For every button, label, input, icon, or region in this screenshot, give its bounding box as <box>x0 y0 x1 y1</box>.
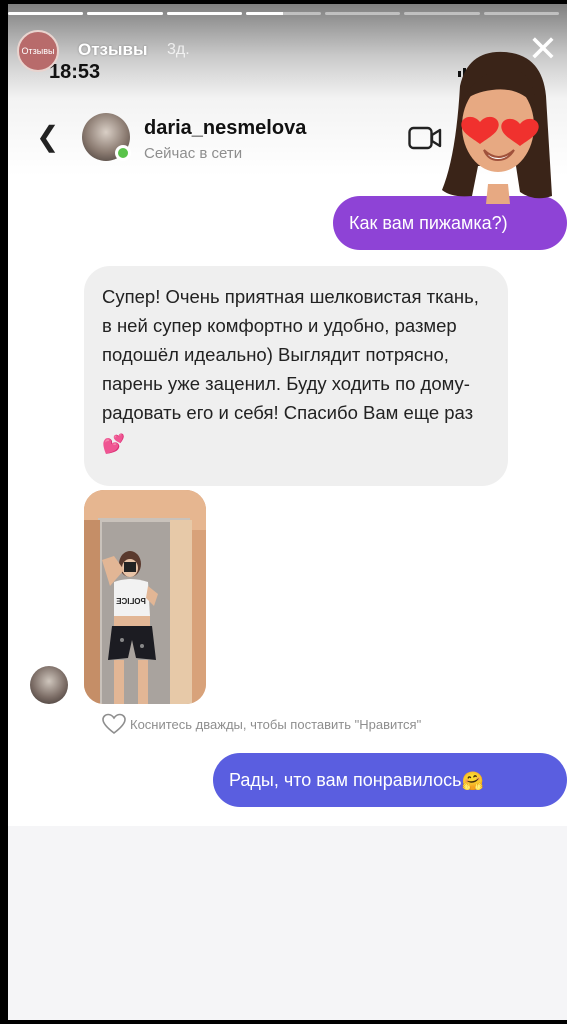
outgoing-message-2-text: Рады, что вам понравилось <box>229 770 462 790</box>
story-progress-segment <box>166 12 242 15</box>
incoming-message: Супер! Очень приятная шелковистая ткань,… <box>84 266 508 486</box>
video-call-icon[interactable] <box>408 124 442 152</box>
story-progress-segment <box>404 12 480 15</box>
hugging-face-emoji: 🤗 <box>461 771 484 792</box>
contact-username[interactable]: daria_nesmelova <box>144 117 306 140</box>
story-account-name[interactable]: Отзывы <box>78 40 148 60</box>
story-avatar-text: Отзывы <box>21 46 55 56</box>
like-hint: Коснитесь дважды, чтобы поставить "Нрави… <box>102 713 421 735</box>
story-progress-segment <box>483 12 559 15</box>
photo-shirt-text: POLICE <box>115 597 145 606</box>
story-progress <box>8 12 559 15</box>
shared-photo[interactable]: POLICE <box>84 490 206 704</box>
status-bar-time: 18:53 <box>49 61 101 83</box>
memoji-heart-eyes-sticker <box>442 51 552 204</box>
story-viewer: 18:53 ❮ daria_nesmelova Сейчас в сети Ка… <box>0 0 567 1024</box>
back-chevron-icon[interactable]: ❮ <box>36 120 59 153</box>
online-status-dot <box>115 145 131 161</box>
like-hint-text: Коснитесь дважды, чтобы поставить "Нрави… <box>130 716 422 732</box>
story-progress-segment <box>325 12 401 15</box>
outgoing-message-2: Рады, что вам понравилось🤗 <box>213 753 567 807</box>
story-progress-segment <box>87 12 163 15</box>
contact-status: Сейчас в сети <box>144 145 243 162</box>
story-progress-segment <box>245 12 322 15</box>
sender-avatar <box>30 666 68 704</box>
heart-outline-icon[interactable] <box>102 713 126 735</box>
two-hearts-emoji: 💕 <box>102 432 126 454</box>
story-progress-segment <box>8 12 84 15</box>
mirror-selfie-image: POLICE <box>84 490 206 704</box>
incoming-message-text: Супер! Очень приятная шелковистая ткань,… <box>102 286 479 423</box>
story-account-avatar[interactable]: Отзывы <box>17 30 59 72</box>
story-time-ago: 3д. <box>167 41 190 58</box>
outgoing-message-1: Как вам пижамка?) <box>333 196 567 250</box>
